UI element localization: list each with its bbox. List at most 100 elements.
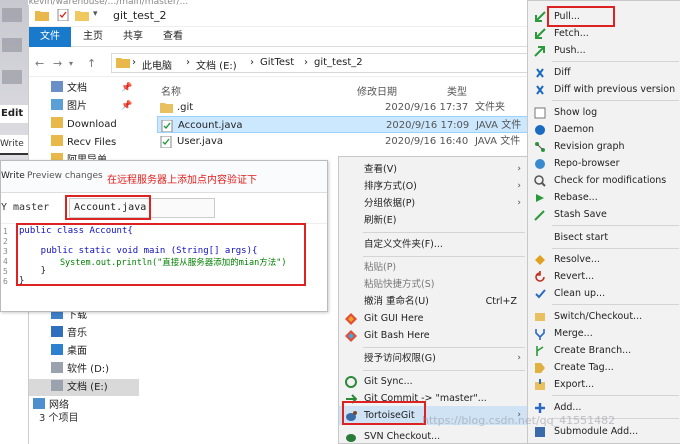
column-date[interactable]: 修改日期 [357,83,397,98]
line-number: 4 [3,257,8,266]
folder-icon [51,117,63,128]
git-bash-icon [345,330,357,342]
properties-icon[interactable] [57,9,71,21]
sync-icon [345,376,357,388]
highlight-box [16,223,306,286]
menu-item-repo-browser[interactable]: Repo-browser [528,155,680,172]
column-name[interactable]: 名称 [161,83,181,98]
tab-share[interactable]: 共享 [115,27,151,47]
menu-item-git-bash[interactable]: Git Bash Here [339,326,527,345]
tag-icon [534,362,546,374]
tab-write[interactable]: Write [1,171,25,181]
folder-icon [35,9,49,21]
menu-item-diff-previous[interactable]: Diff with previous version [528,81,680,98]
column-type[interactable]: 类型 [447,83,467,98]
git-gui-icon [345,313,357,325]
stash-icon [534,209,546,221]
breadcrumb-separator: › [132,57,136,68]
menu-separator [363,256,525,257]
pin-icon[interactable]: 📌 [121,83,132,93]
menu-item-create-tag[interactable]: Create Tag... [528,359,680,376]
background-write-tab[interactable]: Write [0,135,28,155]
breadcrumb-git-test-2[interactable]: git_test_2 [314,57,363,68]
menu-separator [552,225,679,226]
submodule-icon [534,426,546,438]
chevron-right-icon: › [517,353,521,363]
clean-icon [534,288,546,300]
breadcrumb-this-pc[interactable]: 此电脑 [142,57,172,72]
nav-item-documents[interactable]: 文档 [51,80,87,97]
menu-item-refresh[interactable]: 刷新(E) [339,211,527,230]
tab-view[interactable]: 查看 [155,27,191,47]
menu-item-revision-graph[interactable]: Revision graph [528,138,680,155]
nav-item-pictures[interactable]: 图片 [51,98,87,115]
forward-arrow-icon[interactable]: → [53,57,62,70]
tab-home[interactable]: 主页 [75,27,111,47]
nav-item-recv-files[interactable]: Recv Files [51,134,116,151]
tab-preview-changes[interactable]: Preview changes [27,171,103,181]
line-number: 2 [3,237,8,246]
menu-item-fetch[interactable]: Fetch... [528,25,680,42]
drive-icon [51,362,63,373]
network-icon [33,398,45,409]
up-arrow-icon[interactable]: ↑ [87,57,96,70]
recent-chevron-icon[interactable]: ▾ [69,59,73,68]
menu-item-rebase[interactable]: Rebase... [528,189,680,206]
line-number: 1 [3,227,8,236]
breadcrumb-gittest[interactable]: GitTest [260,57,294,68]
export-icon [534,379,546,391]
nav-item-desktop[interactable]: 桌面 [51,343,87,360]
nav-item-drive-e[interactable]: 文档 (E:) [29,379,139,396]
menu-item-switch-checkout[interactable]: Switch/Checkout... [528,308,680,325]
nav-item-download[interactable]: Download [51,116,117,133]
menu-item-daemon[interactable]: Daemon [528,121,680,138]
music-icon [51,326,63,337]
breadcrumb-separator: › [250,57,254,68]
rebase-icon [534,192,546,204]
menu-separator [363,347,525,348]
log-icon [534,107,546,119]
menu-item-create-branch[interactable]: Create Branch... [528,342,680,359]
menu-item-merge[interactable]: Merge... [528,325,680,342]
web-editor-panel: Write Preview changes 在远程服务器上添加点内容验证下 Y … [0,160,328,312]
java-file-icon [160,136,172,148]
chevron-down-icon[interactable]: ▾ [93,9,107,21]
editor-tabs: Write Preview changes 在远程服务器上添加点内容验证下 [1,161,327,193]
fetch-icon [534,28,546,40]
nav-item-music[interactable]: 音乐 [51,325,87,342]
revert-icon [534,271,546,283]
menu-item-check-modifications[interactable]: Check for modifications [528,172,680,189]
menu-separator [363,232,525,233]
tab-file[interactable]: 文件 [29,27,71,47]
daemon-icon [534,124,546,136]
menu-item-export[interactable]: Export... [528,376,680,393]
diff-icon [534,84,546,96]
breadcrumb-separator: › [186,57,190,68]
resolve-icon [534,254,546,266]
folder-icon [51,135,63,146]
background-edit-label: Edit fi [0,105,28,123]
drive-icon [51,380,63,391]
menu-item-grant-access[interactable]: 授予访问权限(G) › [339,349,527,368]
menu-item-clean-up[interactable]: Clean up... [528,285,680,302]
folder-icon [160,102,173,113]
nav-item-drive-d[interactable]: 软件 (D:) [51,361,109,378]
breadcrumb-drive-e[interactable]: 文档 (E:) [196,57,237,72]
desktop-icon [51,344,63,355]
menu-item-customize-folder[interactable]: 自定义文件夹(F)... [339,235,527,254]
menu-item-svn-checkout[interactable]: SVN Checkout... [339,427,527,444]
menu-item-bisect-start[interactable]: Bisect start [528,229,680,246]
back-arrow-icon[interactable]: ← [35,57,44,70]
switch-icon [534,311,546,323]
menu-item-revert[interactable]: Revert... [528,268,680,285]
add-icon [534,402,546,414]
highlight-box [342,401,426,425]
new-folder-icon[interactable] [75,9,89,21]
menu-item-push[interactable]: Push... [528,42,680,59]
documents-icon [51,81,63,92]
menu-item-stash-save[interactable]: Stash Save [528,206,680,223]
menu-item-resolve[interactable]: Resolve... [528,251,680,268]
pin-icon[interactable]: 📌 [121,101,132,111]
menu-item-diff[interactable]: Diff [528,64,680,81]
menu-item-show-log[interactable]: Show log [528,104,680,121]
